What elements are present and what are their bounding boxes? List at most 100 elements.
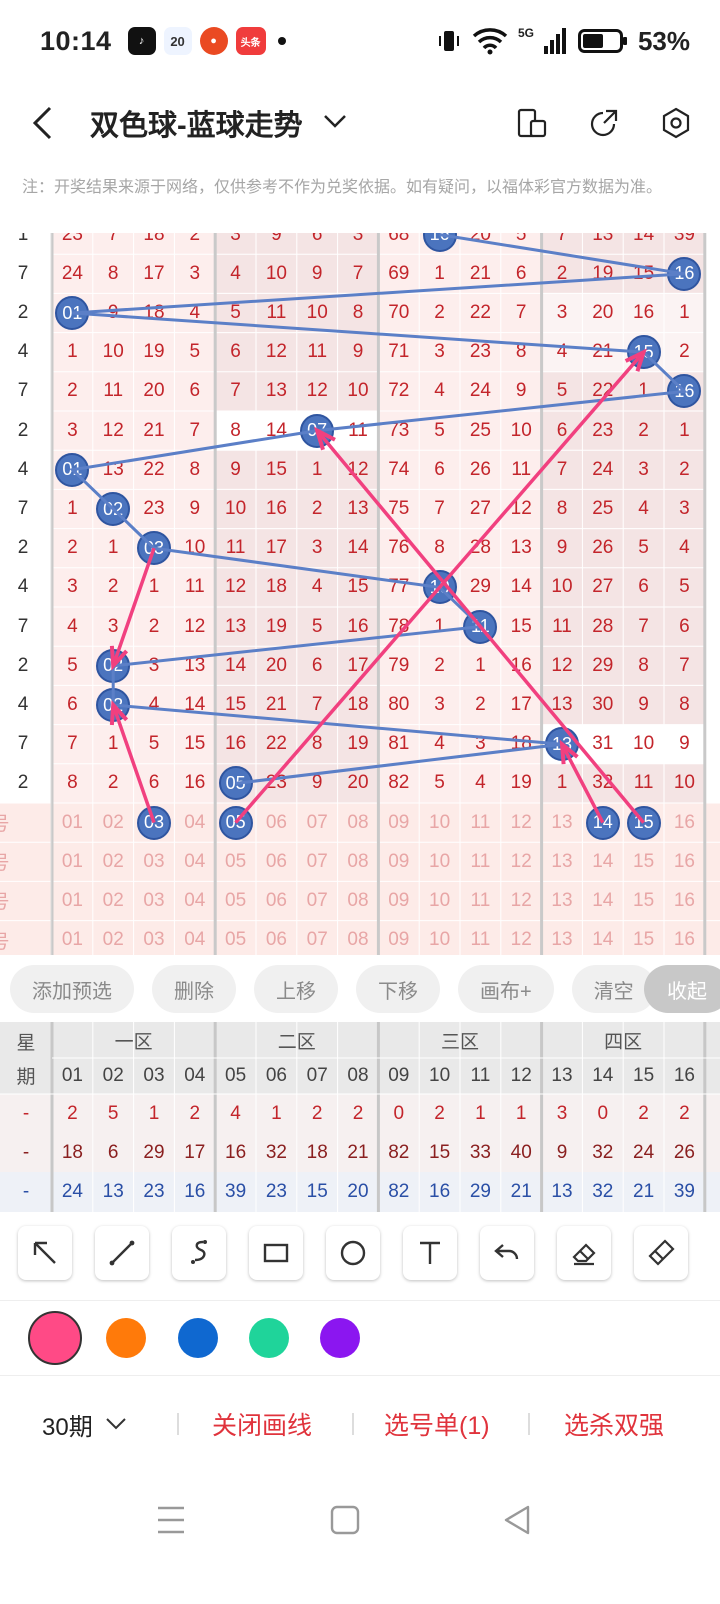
pick-number-cell[interactable]: 02 — [93, 803, 134, 842]
share-icon[interactable] — [588, 107, 620, 139]
pick-number-cell[interactable]: 14 — [582, 842, 623, 881]
pick-number-cell[interactable]: 08 — [338, 842, 379, 881]
clear-tool-button[interactable] — [634, 1226, 688, 1280]
blue-ball-hit[interactable]: 11 — [463, 609, 498, 644]
pick-number-cell[interactable]: 04 — [174, 881, 215, 920]
blue-ball-hit[interactable]: 02 — [96, 492, 131, 526]
curve-tool-button[interactable] — [172, 1226, 226, 1280]
canvas-plus-button[interactable]: 画布+ — [458, 965, 554, 1013]
close-drawing-button[interactable]: 关闭画线 — [212, 1406, 312, 1442]
eraser-tool-button[interactable] — [557, 1226, 611, 1280]
pick-number-cell[interactable]: 03 — [134, 921, 175, 955]
pick-number-cell[interactable]: 13 — [542, 803, 583, 842]
pick-list-button[interactable]: 选号单(1) — [384, 1406, 490, 1442]
kill-double-button[interactable]: 选杀双强 — [564, 1406, 664, 1442]
pick-number-cell[interactable]: 13 — [542, 881, 583, 920]
move-down-button[interactable]: 下移 — [356, 965, 440, 1013]
pick-number-cell[interactable]: 07 — [297, 803, 338, 842]
collapse-button[interactable]: 收起 — [644, 965, 720, 1013]
pick-number-cell[interactable]: 05 — [215, 921, 256, 955]
pick-number-cell[interactable]: 12 — [501, 921, 542, 955]
pick-number-cell[interactable]: 11 — [460, 842, 501, 881]
pick-number-cell[interactable]: 03 — [134, 842, 175, 881]
pick-number-cell[interactable]: 06 — [256, 803, 297, 842]
pick-number-cell[interactable]: 07 — [297, 842, 338, 881]
rect-tool-button[interactable] — [249, 1226, 303, 1280]
pick-number-cell[interactable]: 14 — [582, 881, 623, 920]
blue-ball-hit[interactable]: 07 — [300, 413, 335, 448]
color-swatch[interactable] — [320, 1318, 360, 1358]
pick-number-cell[interactable]: 12 — [501, 881, 542, 920]
color-swatch[interactable] — [28, 1311, 82, 1365]
pick-number-cell[interactable]: 03 — [134, 881, 175, 920]
pick-number-cell[interactable]: 07 — [297, 881, 338, 920]
undo-tool-button[interactable] — [480, 1226, 534, 1280]
blue-ball-hit[interactable]: 03 — [137, 531, 171, 566]
color-swatch[interactable] — [249, 1318, 289, 1358]
line-tool-button[interactable] — [95, 1226, 149, 1280]
pick-number-cell[interactable]: 02 — [93, 842, 134, 881]
pick-number-cell[interactable]: 04 — [174, 803, 215, 842]
title-dropdown-button[interactable] — [323, 113, 347, 134]
pick-number-cell[interactable]: 10 — [419, 881, 460, 920]
pick-number-cell[interactable]: 09 — [378, 881, 419, 920]
pick-number-cell[interactable]: 06 — [256, 881, 297, 920]
pick-number-cell[interactable]: 06 — [256, 842, 297, 881]
delete-button[interactable]: 删除 — [152, 965, 236, 1013]
blue-ball-hit[interactable]: 05 — [218, 766, 253, 801]
blue-ball-hit[interactable]: 15 — [626, 335, 661, 370]
back-button[interactable] — [30, 103, 70, 143]
pick-number-cell[interactable]: 04 — [174, 842, 215, 881]
pick-number-cell[interactable]: 09 — [378, 921, 419, 955]
pick-number-cell[interactable]: 02 — [93, 921, 134, 955]
selected-number-ball[interactable]: 15 — [626, 805, 661, 840]
pick-number-cell[interactable]: 04 — [174, 921, 215, 955]
text-tool-button[interactable] — [403, 1226, 457, 1280]
pick-number-cell[interactable]: 12 — [501, 803, 542, 842]
pick-number-cell[interactable]: 05 — [215, 842, 256, 881]
pick-number-cell[interactable]: 11 — [460, 921, 501, 955]
page-title[interactable]: 双色球-蓝球走势 — [90, 102, 303, 144]
menu-nav-icon[interactable] — [156, 1504, 186, 1536]
selected-number-ball[interactable]: 05 — [218, 805, 253, 840]
blue-ball-hit[interactable]: 13 — [545, 727, 579, 762]
pick-number-cell[interactable]: 15 — [623, 842, 664, 881]
pick-number-cell[interactable]: 13 — [542, 842, 583, 881]
pick-number-cell[interactable]: 16 — [664, 842, 705, 881]
blue-ball-hit[interactable]: 01 — [55, 452, 90, 487]
pick-number-cell[interactable]: 10 — [419, 803, 460, 842]
pick-number-cell[interactable]: 13 — [542, 921, 583, 955]
add-preselect-button[interactable]: 添加预选 — [10, 965, 134, 1013]
color-swatch[interactable] — [178, 1318, 218, 1358]
pick-number-cell[interactable]: 12 — [501, 842, 542, 881]
color-swatch[interactable] — [106, 1318, 146, 1358]
settings-icon[interactable] — [660, 107, 692, 139]
home-nav-icon[interactable] — [330, 1504, 360, 1536]
circle-tool-button[interactable] — [326, 1226, 380, 1280]
pick-number-cell[interactable]: 10 — [419, 921, 460, 955]
blue-ball-hit[interactable]: 10 — [422, 570, 457, 605]
pick-number-cell[interactable]: 08 — [338, 921, 379, 955]
blue-ball-hit[interactable]: 02 — [96, 688, 131, 722]
pick-number-cell[interactable]: 15 — [623, 921, 664, 955]
pick-number-cell[interactable]: 01 — [52, 921, 93, 955]
selected-number-ball[interactable]: 14 — [585, 805, 620, 840]
pick-number-cell[interactable]: 15 — [623, 881, 664, 920]
period-selector[interactable]: 30期 — [42, 1407, 127, 1442]
pick-number-cell[interactable]: 05 — [215, 881, 256, 920]
switch-view-icon[interactable] — [516, 107, 548, 139]
pick-number-cell[interactable]: 16 — [664, 921, 705, 955]
blue-ball-hit[interactable]: 16 — [667, 256, 702, 291]
pick-number-cell[interactable]: 01 — [52, 842, 93, 881]
selected-number-ball[interactable]: 03 — [137, 805, 171, 840]
pick-number-cell[interactable]: 02 — [93, 881, 134, 920]
pick-number-cell[interactable]: 08 — [338, 803, 379, 842]
pick-number-cell[interactable]: 14 — [582, 921, 623, 955]
back-nav-icon[interactable] — [502, 1504, 532, 1536]
pick-number-cell[interactable]: 16 — [664, 803, 705, 842]
move-up-button[interactable]: 上移 — [254, 965, 338, 1013]
pick-number-cell[interactable]: 10 — [419, 842, 460, 881]
pick-number-cell[interactable]: 01 — [52, 881, 93, 920]
pick-number-cell[interactable]: 11 — [460, 803, 501, 842]
pick-number-cell[interactable]: 11 — [460, 881, 501, 920]
